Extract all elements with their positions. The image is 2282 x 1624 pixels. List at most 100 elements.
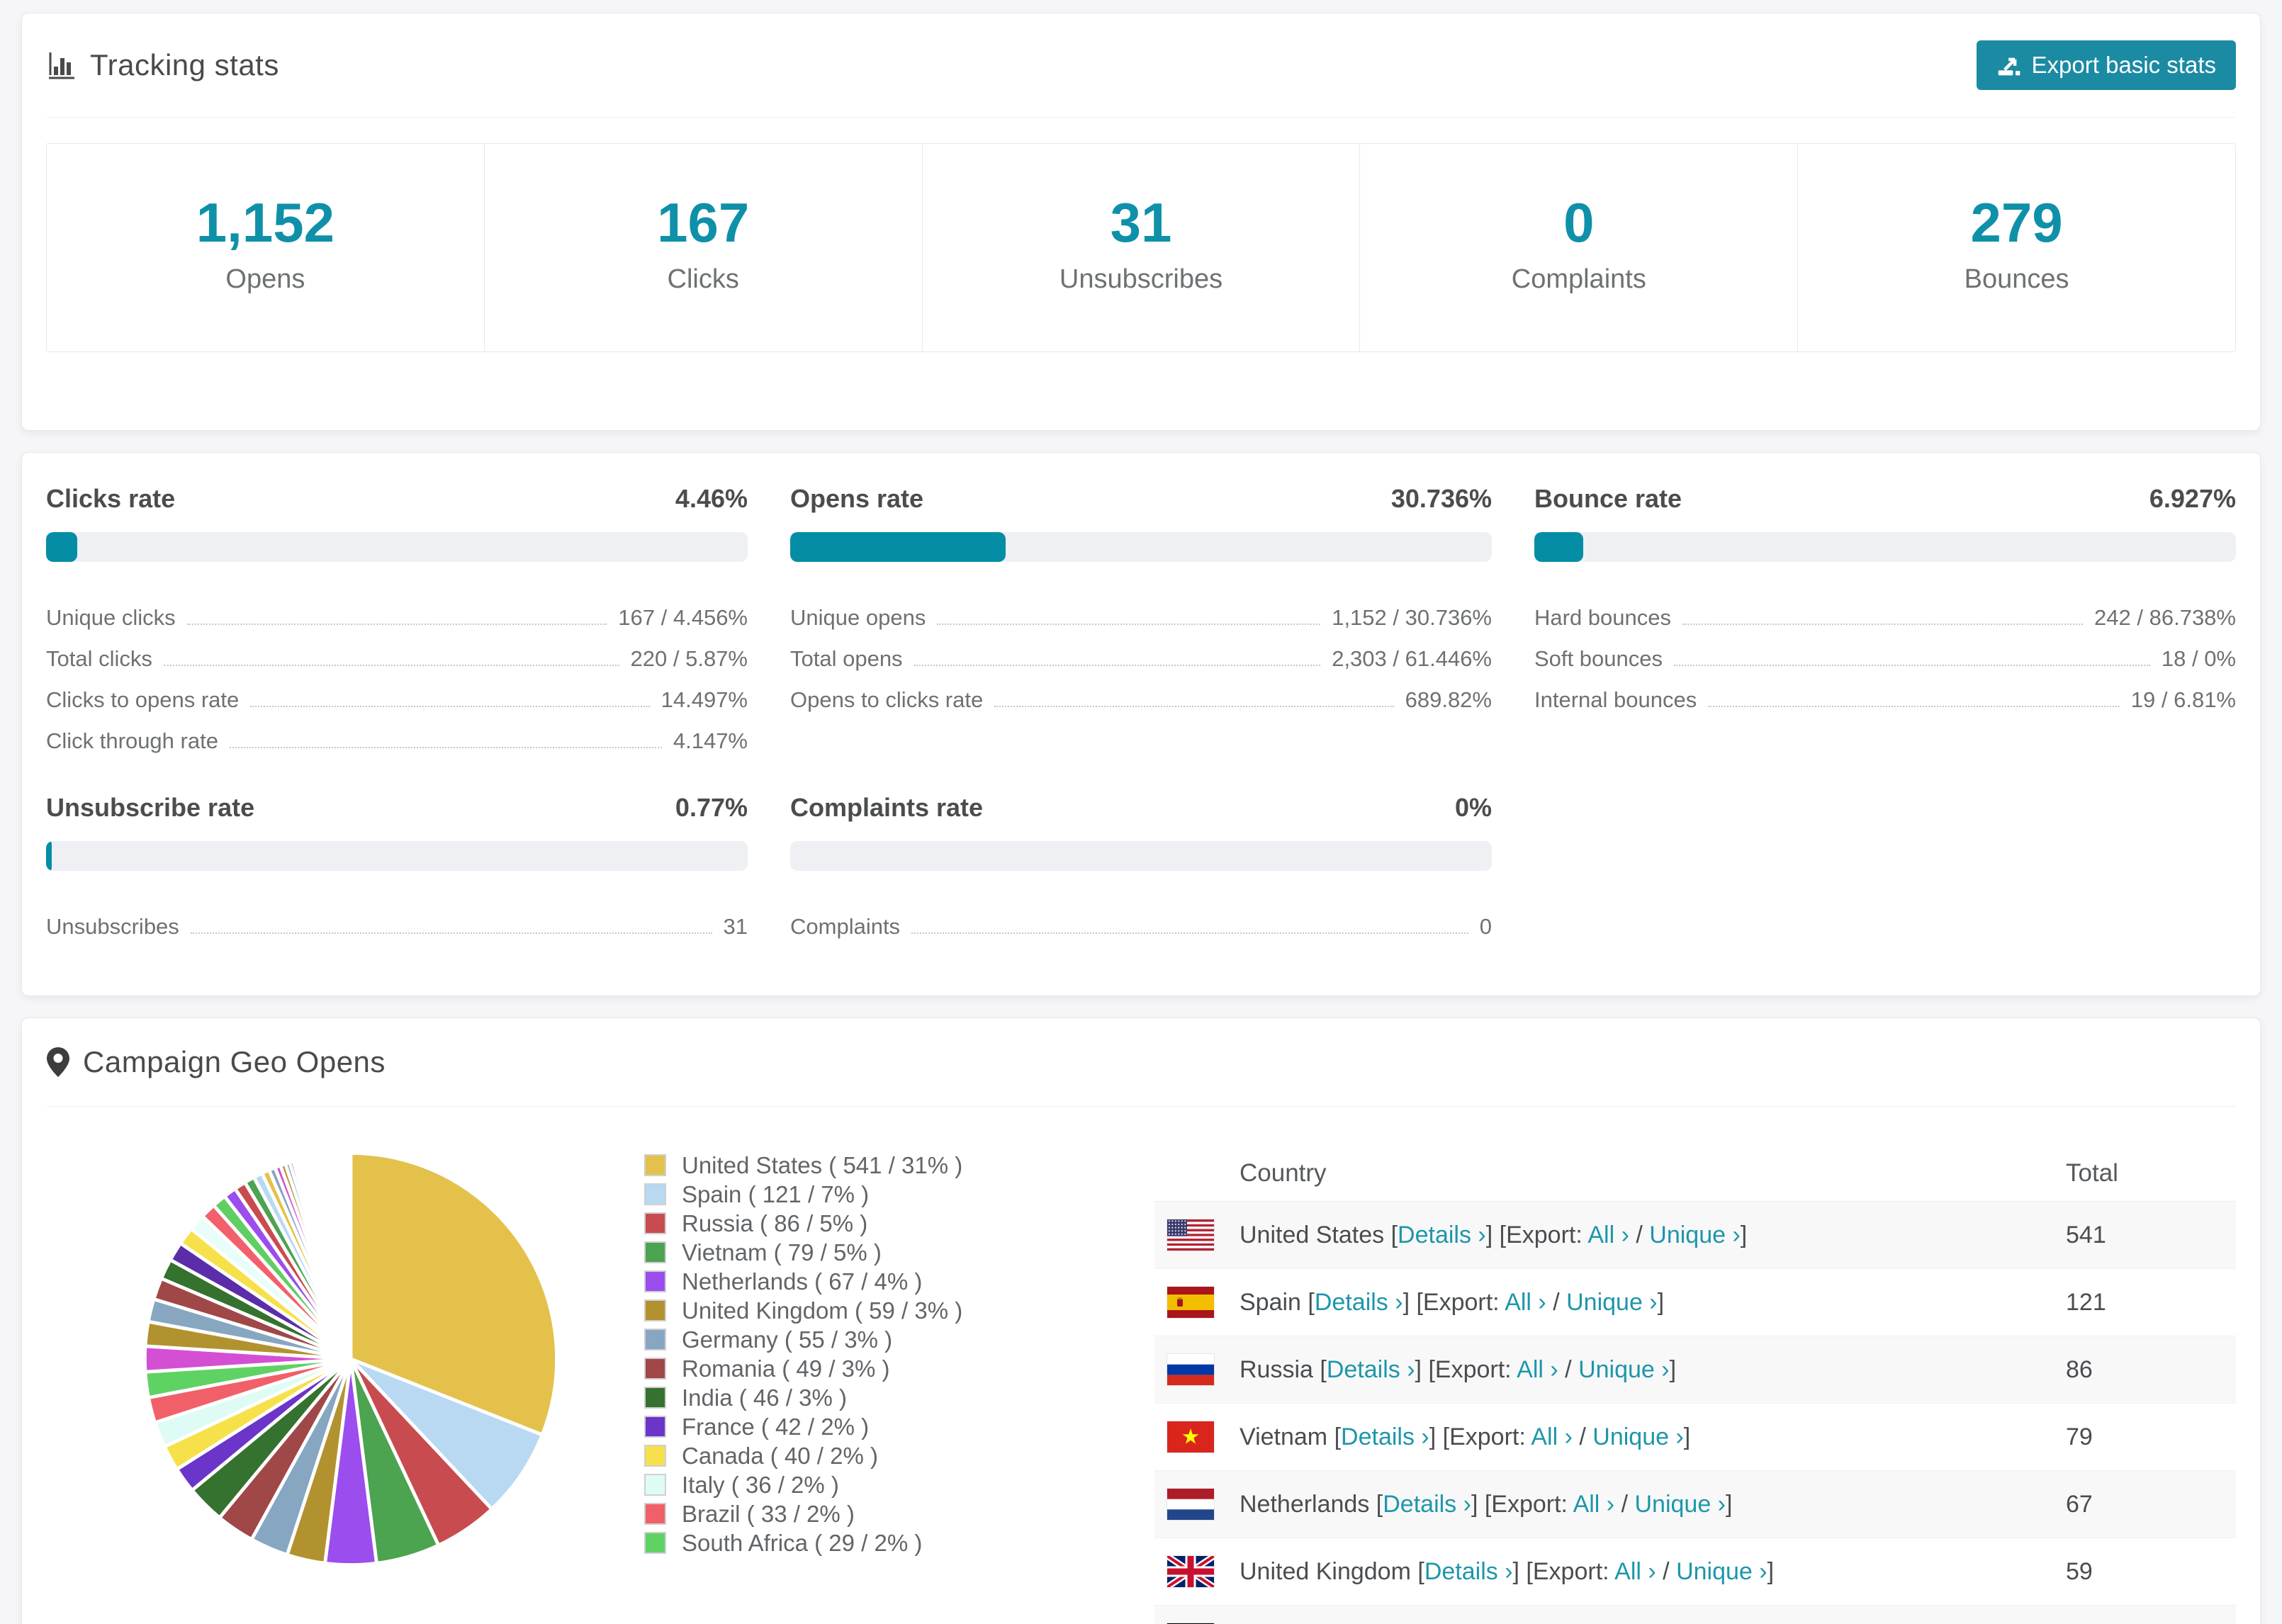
export-all-link[interactable]: All › xyxy=(1614,1558,1656,1585)
dotted-leader xyxy=(1708,706,2120,707)
rate-row: Clicks to opens rate 14.497% xyxy=(46,671,748,712)
rate-row: Opens to clicks rate 689.82% xyxy=(790,671,1492,712)
country-cell: United Kingdom [Details ›] [Export: All … xyxy=(1240,1557,1775,1585)
export-all-link[interactable]: All › xyxy=(1505,1289,1546,1316)
country-name: Russia xyxy=(1240,1355,1313,1383)
legend-swatch xyxy=(644,1532,666,1554)
stat-value: 31 xyxy=(1110,191,1172,254)
total-cell: 86 xyxy=(2066,1355,2093,1383)
rate-row-label: Clicks to opens rate xyxy=(46,687,240,712)
legend-item: Vietnam ( 79 / 5% ) xyxy=(644,1238,1013,1267)
export-unique-link[interactable]: Unique › xyxy=(1592,1423,1684,1450)
export-unique-link[interactable]: Unique › xyxy=(1566,1289,1658,1316)
export-all-link[interactable]: All › xyxy=(1517,1356,1558,1383)
country-flag xyxy=(1167,1219,1215,1251)
legend-label: South Africa ( 29 / 2% ) xyxy=(682,1529,923,1556)
unsubscribe-rate-bar xyxy=(46,841,748,871)
rate-row-value: 167 / 4.456% xyxy=(618,604,748,630)
geo-table-body: United States [Details ›] [Export: All ›… xyxy=(1154,1202,2236,1624)
legend-item: United Kingdom ( 59 / 3% ) xyxy=(644,1296,1013,1325)
total-cell: 59 xyxy=(2066,1557,2093,1585)
unsubscribe-rate-section: Unsubscribe rate 0.77% Unsubscribes 31 xyxy=(46,793,748,939)
legend-swatch xyxy=(644,1299,666,1321)
legend-label: France ( 42 / 2% ) xyxy=(682,1413,870,1440)
total-cell: 121 xyxy=(2066,1288,2106,1316)
rate-row-value: 4.147% xyxy=(673,728,748,753)
clicks-rate-bar xyxy=(46,532,748,562)
geo-table-header: Country Total xyxy=(1154,1145,2236,1202)
legend-label: Germany ( 55 / 3% ) xyxy=(682,1326,893,1353)
total-cell: 67 xyxy=(2066,1490,2093,1518)
rate-row-value: 19 / 6.81% xyxy=(2130,687,2236,712)
rates-grid: Clicks rate 4.46% Unique clicks 167 / 4.… xyxy=(46,484,2236,939)
legend-swatch xyxy=(644,1387,666,1409)
geo-pie-chart[interactable]: United StatesSpainRussiaVietnamNetherlan… xyxy=(131,1139,570,1579)
legend-swatch xyxy=(644,1474,666,1496)
legend-label: Spain ( 121 / 7% ) xyxy=(682,1180,870,1207)
details-link[interactable]: Details › xyxy=(1383,1491,1471,1518)
country-flag xyxy=(1167,1488,1215,1521)
export-all-link[interactable]: All › xyxy=(1587,1222,1629,1248)
stat-value: 1,152 xyxy=(196,191,335,254)
details-link[interactable]: Details › xyxy=(1315,1289,1403,1316)
details-link[interactable]: Details › xyxy=(1327,1356,1415,1383)
bar-chart-icon xyxy=(46,50,77,81)
legend-swatch xyxy=(644,1241,666,1263)
details-link[interactable]: Details › xyxy=(1341,1423,1429,1450)
clicks-rate-title: Clicks rate xyxy=(46,484,176,513)
bounce-rate-title: Bounce rate xyxy=(1534,484,1682,513)
country-name: Netherlands xyxy=(1240,1490,1370,1518)
dotted-leader xyxy=(1682,624,2084,625)
legend-label: Italy ( 36 / 2% ) xyxy=(682,1471,839,1498)
rate-row: Internal bounces 19 / 6.81% xyxy=(1534,671,2236,712)
export-unique-link[interactable]: Unique › xyxy=(1578,1356,1670,1383)
legend-swatch xyxy=(644,1329,666,1350)
export-unique-link[interactable]: Unique › xyxy=(1649,1222,1741,1248)
export-unique-link[interactable]: Unique › xyxy=(1634,1491,1726,1518)
legend-swatch xyxy=(644,1270,666,1292)
dotted-leader xyxy=(190,932,712,934)
legend-item: Netherlands ( 67 / 4% ) xyxy=(644,1267,1013,1296)
rate-row-value: 220 / 5.87% xyxy=(630,645,748,671)
legend-label: Vietnam ( 79 / 5% ) xyxy=(682,1239,882,1265)
rate-row-value: 31 xyxy=(723,913,748,939)
stat-value: 279 xyxy=(1970,191,2063,254)
rate-row-label: Unique opens xyxy=(790,604,926,630)
export-basic-stats-button[interactable]: Export basic stats xyxy=(1976,40,2236,90)
progress-fill xyxy=(790,532,1006,562)
export-all-link[interactable]: All › xyxy=(1531,1423,1573,1450)
geo-opens-card: Campaign Geo Opens United States Spain Rus… xyxy=(21,1017,2261,1624)
clicks-rate-value: 4.46% xyxy=(675,484,748,513)
rate-row-label: Total opens xyxy=(790,645,903,671)
rate-row-label: Opens to clicks rate xyxy=(790,687,984,712)
rate-row: Total clicks 220 / 5.87% xyxy=(46,630,748,671)
country-name: United States xyxy=(1240,1221,1385,1248)
dotted-leader xyxy=(163,665,619,666)
export-all-link[interactable]: All › xyxy=(1573,1491,1615,1518)
stats-summary-row: 1,152 Opens 167 Clicks 31 Unsubscribes 0… xyxy=(46,143,2236,352)
export-unique-link[interactable]: Unique › xyxy=(1676,1558,1767,1585)
legend-swatch xyxy=(644,1445,666,1467)
details-link[interactable]: Details › xyxy=(1398,1222,1486,1248)
geo-table: Country Total United States [Details ›] … xyxy=(1154,1145,2236,1624)
table-row: Spain [Details ›] [Export: All › / Uniqu… xyxy=(1154,1269,2236,1336)
progress-fill xyxy=(46,841,52,871)
country-name: Spain xyxy=(1240,1288,1301,1316)
dotted-leader xyxy=(914,665,1321,666)
card-title-text: Campaign Geo Opens xyxy=(83,1045,386,1078)
legend-item: Italy ( 36 / 2% ) xyxy=(644,1470,1013,1499)
table-row: Germany [Details ›] [Export: All › / Uni… xyxy=(1154,1606,2236,1624)
rate-row: Unique opens 1,152 / 30.736% xyxy=(790,589,1492,630)
opens-rate-bar xyxy=(790,532,1492,562)
legend-item: Brazil ( 33 / 2% ) xyxy=(644,1499,1013,1528)
rate-row: Total opens 2,303 / 61.446% xyxy=(790,630,1492,671)
rate-row: Unique clicks 167 / 4.456% xyxy=(46,589,748,630)
details-link[interactable]: Details › xyxy=(1424,1558,1513,1585)
rate-row-value: 689.82% xyxy=(1405,687,1492,712)
complaints-rate-section: Complaints rate 0% Complaints 0 xyxy=(790,793,1492,939)
legend-item: Russia ( 86 / 5% ) xyxy=(644,1209,1013,1238)
rate-row-label: Hard bounces xyxy=(1534,604,1672,630)
map-pin-icon xyxy=(46,1047,70,1078)
rate-row-label: Internal bounces xyxy=(1534,687,1697,712)
legend-item: United States ( 541 / 31% ) xyxy=(644,1151,1013,1180)
